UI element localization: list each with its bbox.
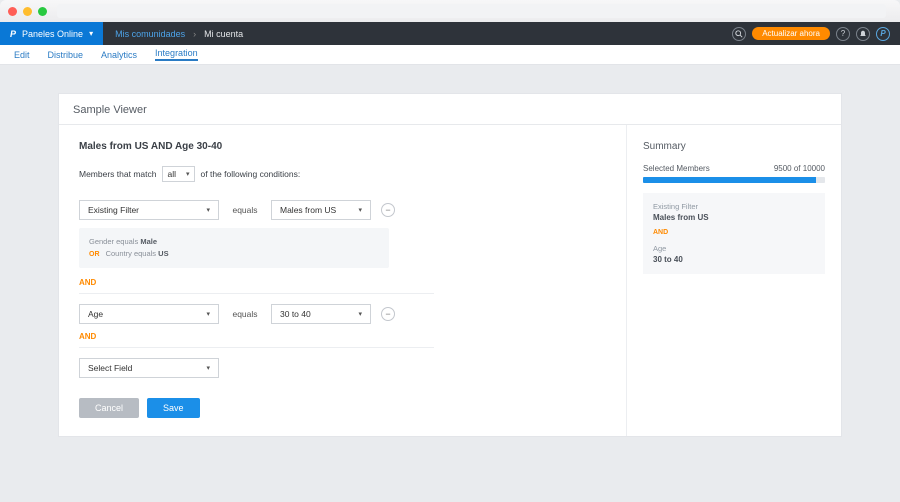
match-mode-row: Members that match all ▾ of the followin… [79,166,606,182]
chevron-down-icon: ▾ [358,310,362,318]
match-mode-value: all [167,169,176,179]
tab-analytics[interactable]: Analytics [101,50,137,60]
upgrade-button[interactable]: Actualizar ahora [752,27,830,40]
breadcrumb-account: Mi cuenta [204,29,243,39]
condition-value-select[interactable]: 30 to 40 ▾ [271,304,371,324]
nested-line-value: US [158,249,168,258]
remove-condition-button[interactable]: − [381,203,395,217]
sample-viewer-panel: Sample Viewer Males from US AND Age 30-4… [58,93,842,437]
filter-builder: Males from US AND Age 30-40 Members that… [59,125,626,436]
minus-icon: − [385,310,390,319]
and-separator: AND [79,278,606,287]
chevron-down-icon: ▾ [358,206,362,214]
profile-icon[interactable]: P [876,27,890,41]
maximize-window-icon[interactable] [38,7,47,16]
condition-field-select[interactable]: Select Field ▾ [79,358,219,378]
match-mode-select[interactable]: all ▾ [162,166,194,182]
browser-chrome [0,0,900,22]
selected-members-progress [643,177,825,183]
cancel-button[interactable]: Cancel [79,398,139,418]
chevron-down-icon: ▾ [89,29,93,38]
condition-row: Existing Filter ▾ equals Males from US ▾… [79,200,606,220]
panel-title: Sample Viewer [59,94,841,125]
match-label-suffix: of the following conditions: [201,169,301,179]
nested-or-badge: OR [89,251,100,258]
summary-and-separator: AND [653,228,815,239]
nested-line-op: equals [116,237,138,246]
condition-operator: equals [229,309,261,319]
condition-value: Males from US [280,205,336,215]
sub-nav: Edit Distribue Analytics Integration [0,45,900,65]
brand-menu[interactable]: P Paneles Online ▾ [0,22,103,45]
tab-distribute[interactable]: Distribue [48,50,84,60]
condition-value-select[interactable]: Males from US ▾ [271,200,371,220]
tab-edit[interactable]: Edit [14,50,30,60]
selected-members-label: Selected Members [643,164,710,173]
condition-field-value: Existing Filter [88,205,139,215]
condition-row: Select Field ▾ [79,358,606,378]
workspace: Sample Viewer Males from US AND Age 30-4… [0,65,900,455]
condition-operator: equals [229,205,261,215]
brand-logo-icon: P [10,29,16,39]
summary-filter-value: Males from US [653,212,815,224]
and-separator: AND [79,332,606,341]
tab-integration[interactable]: Integration [155,48,198,61]
breadcrumb: Mis comunidades › Mi cuenta [103,29,243,39]
breadcrumb-community[interactable]: Mis comunidades [115,29,185,39]
summary-title: Summary [643,141,825,152]
help-icon[interactable]: ? [836,27,850,41]
summary-filter-label: Age [653,243,815,254]
search-icon[interactable] [732,27,746,41]
chevron-down-icon: ▾ [206,364,210,372]
condition-field-select[interactable]: Age ▾ [79,304,219,324]
condition-field-value: Age [88,309,103,319]
minus-icon: − [385,206,390,215]
nested-line-value: Male [140,237,157,246]
selected-members-count: 9500 of 10000 [774,164,825,173]
condition-field-select[interactable]: Existing Filter ▾ [79,200,219,220]
close-window-icon[interactable] [8,7,17,16]
brand-name: Paneles Online [22,29,83,39]
condition-row: Age ▾ equals 30 to 40 ▾ − [79,304,606,324]
chevron-down-icon: ▾ [186,170,190,178]
divider [79,347,434,348]
chevron-down-icon: ▾ [206,310,210,318]
save-button[interactable]: Save [147,398,200,418]
nested-line-label: Country [106,249,132,258]
notifications-icon[interactable] [856,27,870,41]
nested-line-op: equals [134,249,156,258]
window-controls [8,7,47,16]
breadcrumb-separator-icon: › [193,29,196,39]
nested-line-label: Gender [89,237,114,246]
url-bar[interactable] [57,4,886,18]
chevron-down-icon: ▾ [206,206,210,214]
minimize-window-icon[interactable] [23,7,32,16]
nested-filter-preview: Gender equals Male OR Country equals US [79,228,389,268]
condition-value: 30 to 40 [280,309,311,319]
divider [79,293,434,294]
summary-panel: Summary Selected Members 9500 of 10000 E… [626,125,841,436]
summary-filter-label: Existing Filter [653,201,815,212]
summary-card: Existing Filter Males from US AND Age 30… [643,193,825,274]
progress-bar-fill [643,177,816,183]
match-label-prefix: Members that match [79,169,156,179]
summary-filter-value: 30 to 40 [653,254,815,266]
remove-condition-button[interactable]: − [381,307,395,321]
condition-field-placeholder: Select Field [88,363,132,373]
action-buttons: Cancel Save [79,398,606,418]
filter-name: Males from US AND Age 30-40 [79,141,606,152]
top-nav: P Paneles Online ▾ Mis comunidades › Mi … [0,22,900,45]
